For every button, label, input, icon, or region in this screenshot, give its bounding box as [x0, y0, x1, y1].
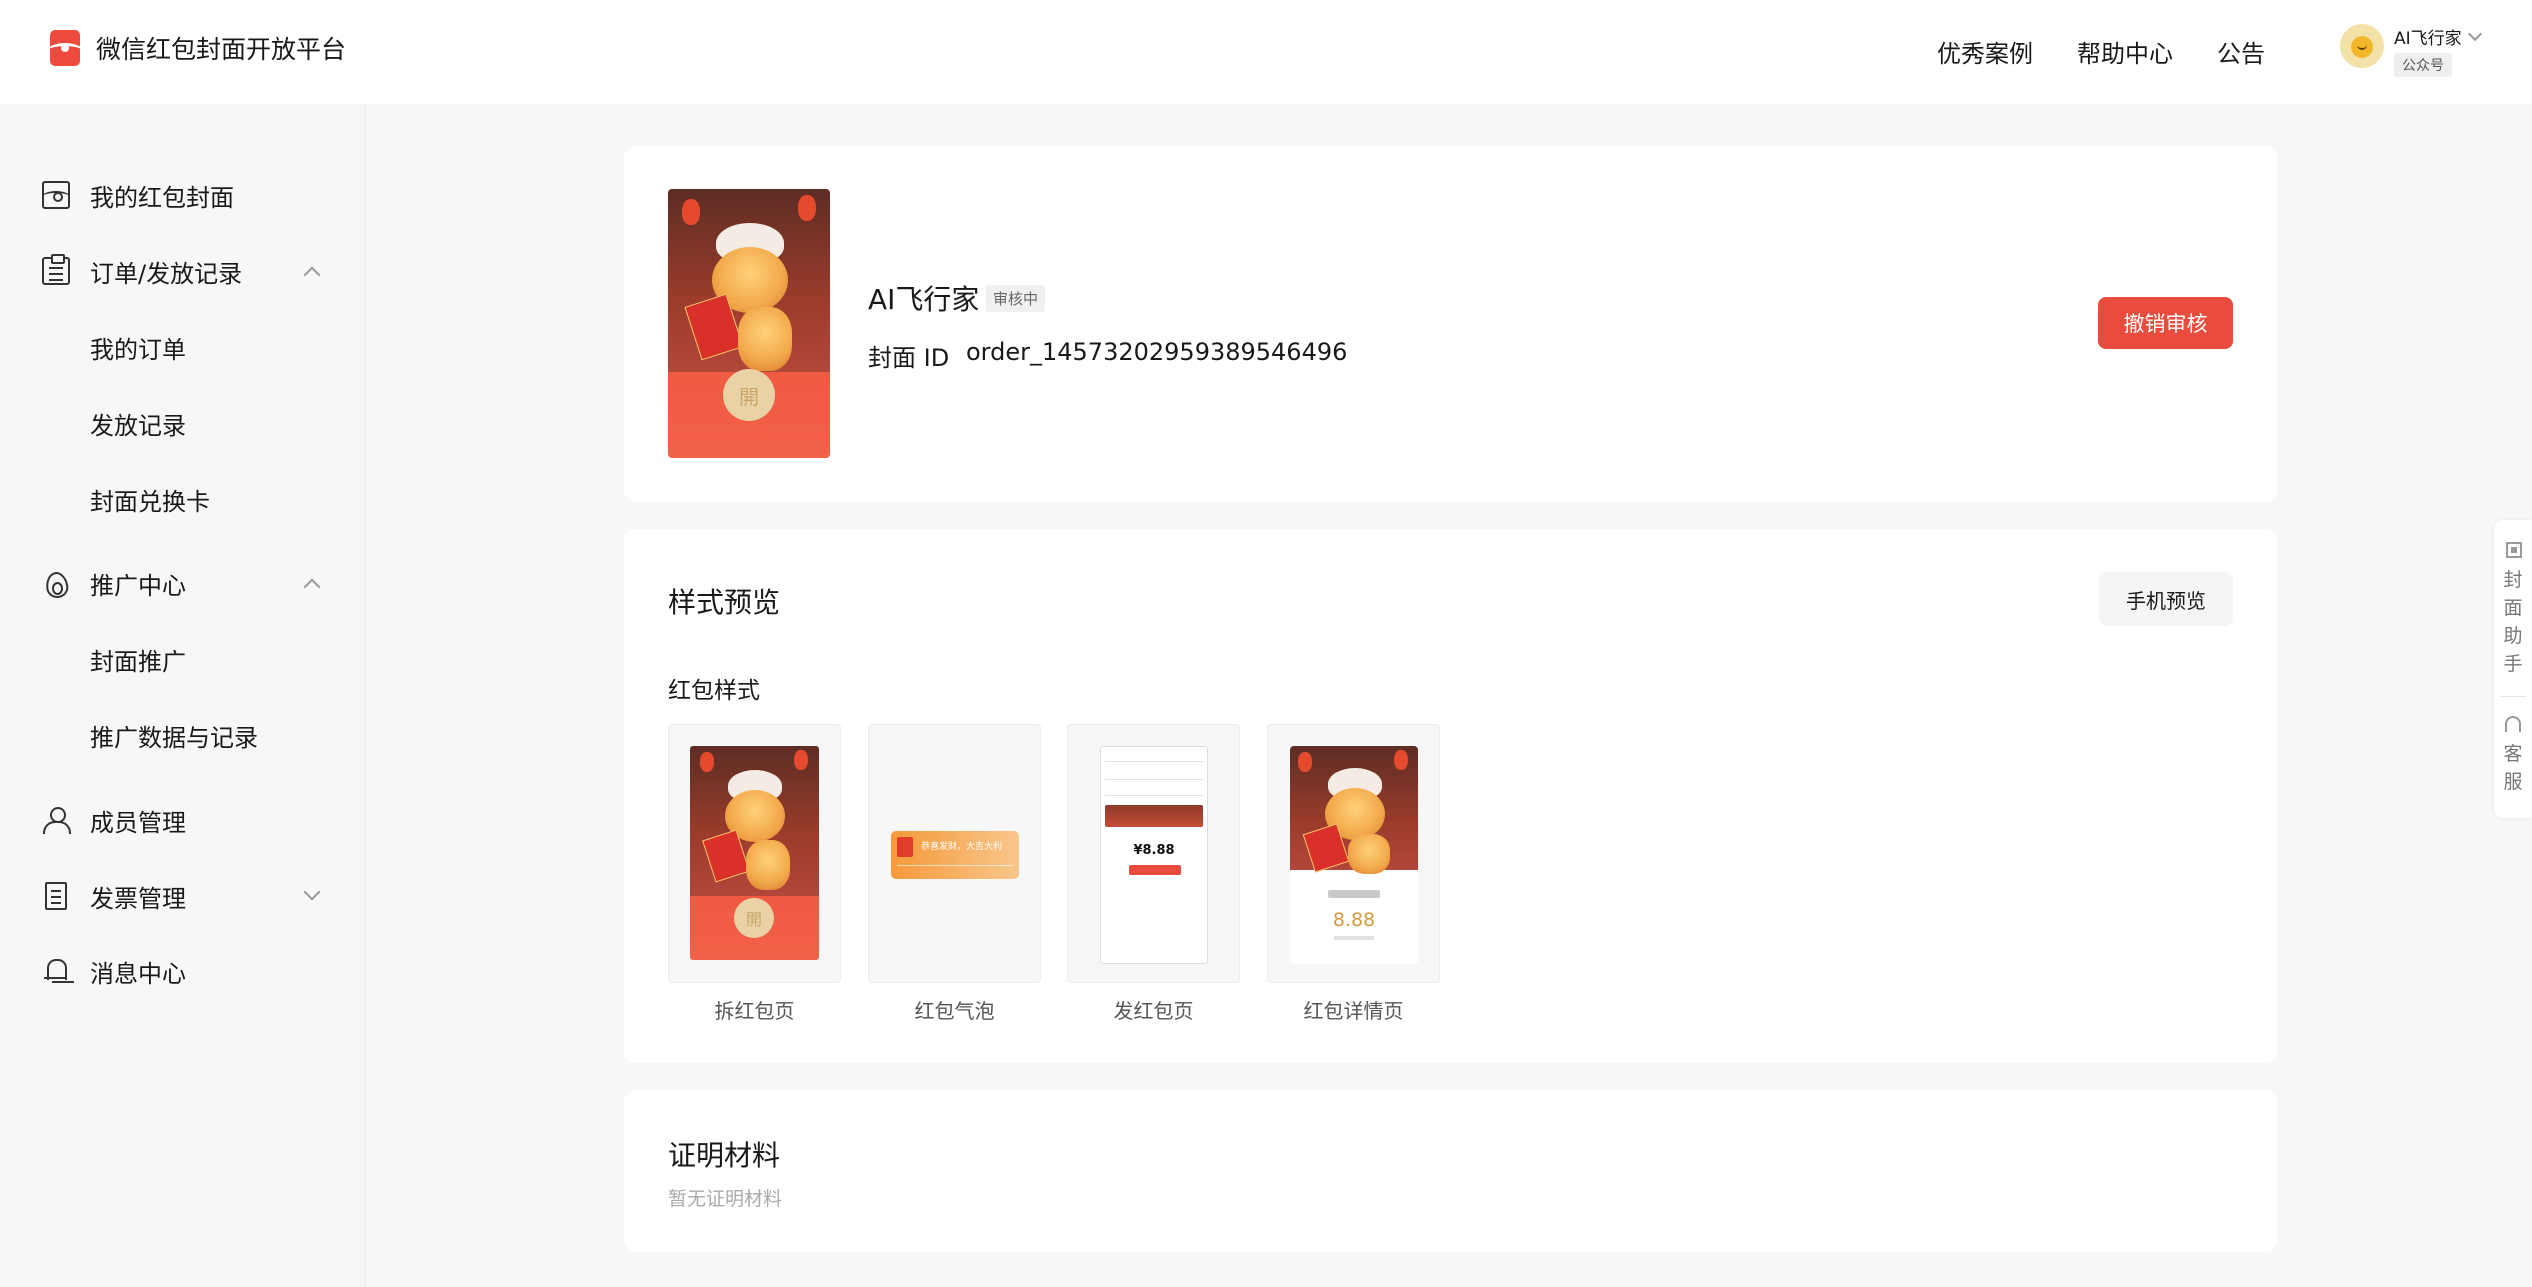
sidebar-item-label: 我的红包封面 [90, 183, 234, 212]
headset-icon [2505, 716, 2521, 732]
red-packet-icon [42, 181, 70, 209]
sidebar-item-members[interactable]: 成员管理 [42, 800, 322, 840]
open-button-icon: 開 [723, 369, 775, 421]
nav-announcement[interactable]: 公告 [2217, 34, 2265, 69]
chevron-down-icon[interactable] [303, 883, 321, 901]
chevron-down-icon[interactable] [2467, 26, 2482, 41]
sidebar: 我的红包封面 订单/发放记录 我的订单 发放记录 封面兑换卡 推广中心 封面推广… [0, 104, 365, 1287]
open-page-thumbnail[interactable]: 開 [668, 724, 841, 983]
style-detail-page[interactable]: 8.88 红包详情页 [1267, 724, 1440, 1024]
red-packet-style-title: 红包样式 [668, 678, 760, 704]
send-page-thumbnail[interactable]: ¥8.88 [1067, 724, 1240, 983]
chevron-up-icon[interactable] [303, 578, 321, 596]
cover-id-value: order_14573202959389546496 [966, 338, 1348, 366]
sidebar-item-label: 成员管理 [90, 808, 186, 837]
customer-service-label: 客服 [2503, 743, 2523, 793]
style-open-page[interactable]: 開 拆红包页 [668, 724, 841, 1024]
style-preview-card: 样式预览 手机预览 红包样式 開 拆红包页 恭喜发财，大吉大利 红包气泡 ¥8.… [624, 529, 2277, 1063]
sidebar-subitem-promotion-data[interactable]: 推广数据与记录 [90, 718, 258, 753]
nav-help-center[interactable]: 帮助中心 [2077, 34, 2173, 69]
style-send-page[interactable]: ¥8.88 发红包页 [1067, 724, 1240, 1024]
section-title-preview: 样式预览 [668, 586, 781, 619]
bubble-text: 恭喜发财，大吉大利 [921, 842, 1003, 852]
phone-preview-button[interactable]: 手机预览 [2099, 572, 2233, 626]
cover-info-card: 開 AI飞行家 审核中 封面 ID order_1457320295938954… [624, 146, 2277, 502]
user-name: AI飞行家 [2394, 29, 2462, 49]
send-button [1129, 865, 1181, 875]
clipboard-icon [42, 254, 70, 285]
sidebar-item-label: 发票管理 [90, 884, 186, 913]
empty-materials-text: 暂无证明材料 [668, 1188, 783, 1210]
sidebar-item-label: 消息中心 [90, 959, 186, 988]
status-badge: 审核中 [986, 285, 1046, 312]
fire-icon [42, 569, 70, 597]
cover-name: AI飞行家 [868, 283, 980, 316]
qr-code-icon [2506, 542, 2522, 558]
detail-page-thumbnail[interactable]: 8.88 [1267, 724, 1440, 983]
sidebar-item-label: 订单/发放记录 [90, 259, 243, 288]
section-title-materials: 证明材料 [668, 1139, 781, 1172]
style-bubble[interactable]: 恭喜发财，大吉大利 红包气泡 [868, 724, 1041, 1024]
sidebar-item-orders[interactable]: 订单/发放记录 [42, 251, 322, 291]
sidebar-item-my-covers[interactable]: 我的红包封面 [42, 175, 322, 215]
red-packet-icon [897, 837, 913, 857]
top-bar: 微信红包封面开放平台 优秀案例 帮助中心 公告 AI飞行家 公众号 [0, 0, 2532, 104]
avatar[interactable] [2340, 24, 2384, 68]
assistant-label: 封面助手 [2503, 569, 2523, 675]
account-type-badge: 公众号 [2394, 53, 2452, 77]
style-label: 红包详情页 [1303, 999, 1404, 1023]
cover-id-label: 封面 ID [868, 344, 950, 372]
detail-amount: 8.88 [1332, 909, 1376, 931]
brand[interactable]: 微信红包封面开放平台 [50, 30, 346, 66]
revoke-review-button[interactable]: 撤销审核 [2098, 297, 2233, 349]
user-icon [42, 806, 71, 834]
chevron-up-icon[interactable] [303, 266, 321, 284]
sidebar-subitem-issue-records[interactable]: 发放记录 [90, 406, 186, 441]
style-label: 发红包页 [1113, 999, 1194, 1023]
style-label: 拆红包页 [714, 999, 795, 1023]
sidebar-subitem-redeem-cards[interactable]: 封面兑换卡 [90, 482, 210, 517]
proof-materials-card: 证明材料 暂无证明材料 [624, 1090, 2277, 1252]
bell-icon [42, 957, 70, 985]
sidebar-subitem-my-orders[interactable]: 我的订单 [90, 330, 186, 365]
style-label: 红包气泡 [914, 999, 995, 1023]
sidebar-item-label: 推广中心 [90, 571, 186, 600]
sidebar-item-messages[interactable]: 消息中心 [42, 951, 322, 991]
open-button-icon: 開 [734, 898, 774, 938]
sidebar-item-invoices[interactable]: 发票管理 [42, 876, 322, 916]
floating-assistant-panel: 封面助手 客服 [2494, 520, 2532, 818]
user-menu[interactable]: AI飞行家 公众号 [2340, 24, 2482, 77]
platform-title: 微信红包封面开放平台 [96, 35, 347, 64]
red-packet-logo-icon [50, 30, 80, 66]
bubble-thumbnail[interactable]: 恭喜发财，大吉大利 [868, 724, 1041, 983]
sidebar-subitem-cover-promotion[interactable]: 封面推广 [90, 642, 186, 677]
cover-image[interactable]: 開 [668, 189, 830, 458]
sidebar-item-promotion[interactable]: 推广中心 [42, 563, 322, 603]
invoice-icon [45, 882, 67, 910]
send-amount: ¥8.88 [1133, 843, 1175, 858]
nav-showcase[interactable]: 优秀案例 [1937, 34, 2033, 69]
